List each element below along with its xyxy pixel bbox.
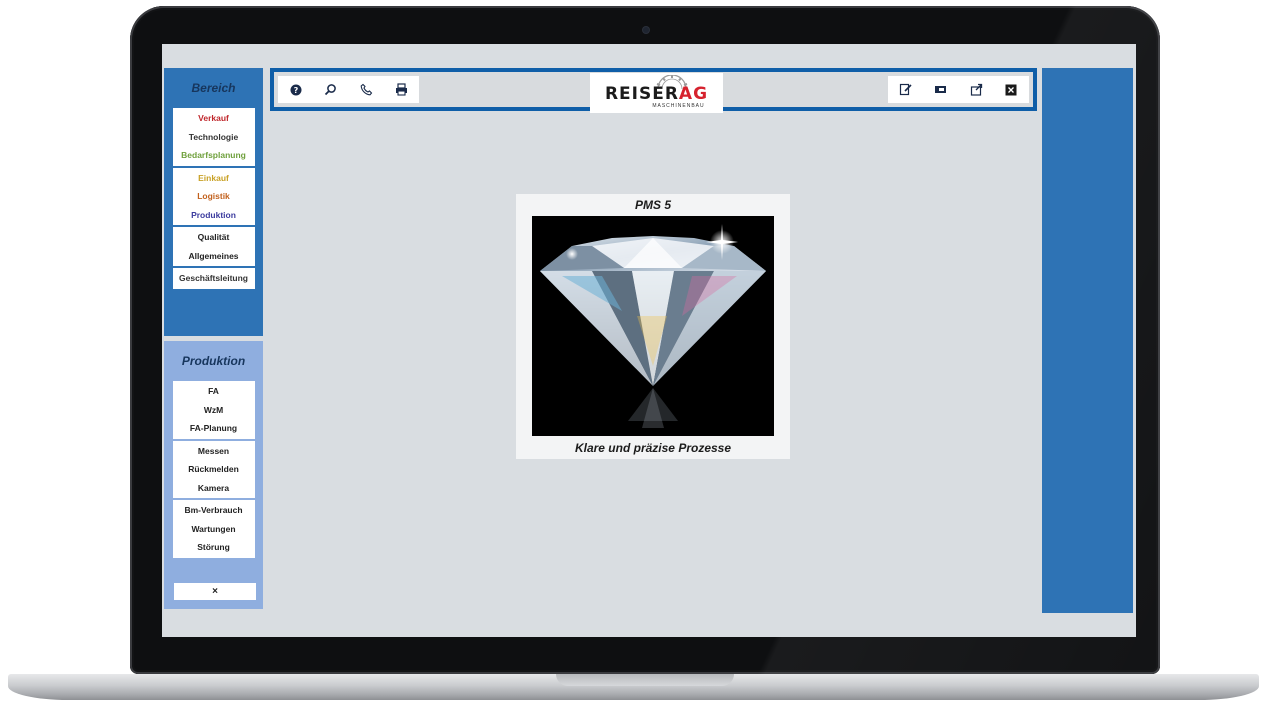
bereich-item-geschäftsleitung[interactable]: Geschäftsleitung — [173, 269, 255, 288]
bereich-group: Einkauf Logistik Produktion — [172, 167, 255, 225]
bereich-item-allgemeines[interactable]: Allgemeines — [173, 247, 255, 266]
search-icon[interactable] — [322, 81, 340, 99]
top-toolbar: ? REISERAG MASCHINENBAU — [270, 68, 1037, 113]
produktion-item-wartungen[interactable]: Wartungen — [173, 520, 255, 539]
produktion-item-fa[interactable]: FA — [173, 382, 255, 401]
produktion-item-bm-verbrauch[interactable]: Bm-Verbrauch — [173, 501, 255, 520]
reiser-ag-logo: REISERAG MASCHINENBAU — [590, 73, 723, 113]
help-icon[interactable]: ? — [287, 81, 305, 99]
bereich-panel: Bereich Verkauf Technologie Bedarfsplanung… — [164, 68, 263, 336]
logo-reiser-text: REISER — [604, 84, 679, 104]
diamond-image — [532, 216, 774, 436]
close-panel-button[interactable]: × — [174, 583, 256, 600]
produktion-group: Messen Rückmelden Kamera — [172, 440, 255, 498]
edit-icon[interactable] — [897, 81, 915, 99]
produktion-item-wzm[interactable]: WzM — [173, 401, 255, 420]
bereich-item-einkauf[interactable]: Einkauf — [173, 169, 255, 188]
logo-ag-text: AG — [678, 84, 709, 104]
produktion-title: Produktion — [181, 354, 246, 368]
produktion-item-fa-planung[interactable]: FA-Planung — [173, 419, 255, 438]
produktion-item-störung[interactable]: Störung — [173, 538, 255, 557]
bereich-item-verkauf[interactable]: Verkauf — [173, 109, 255, 128]
bereich-group: Qualität Allgemeines — [172, 227, 255, 266]
svg-text:?: ? — [293, 86, 298, 95]
app-screen: Bereich Verkauf Technologie Bedarfsplanung… — [162, 44, 1136, 637]
bereich-item-produktion[interactable]: Produktion — [173, 206, 255, 225]
produktion-group: FA WzM FA-Planung — [172, 381, 255, 439]
bereich-item-bedarfsplanung[interactable]: Bedarfsplanung — [173, 146, 255, 165]
card-caption: Klare und präzise Prozesse — [574, 441, 732, 455]
produktion-group: Bm-Verbrauch Wartungen Störung — [172, 500, 255, 558]
produktion-panel: Produktion FA WzM FA-Planung Messen Rückmeld… — [164, 341, 263, 609]
window-icon[interactable] — [932, 81, 950, 99]
produktion-item-kamera[interactable]: Kamera — [173, 479, 255, 498]
product-card: PMS 5 Klare und präzise Prozesse — [516, 194, 790, 459]
phone-icon[interactable] — [357, 81, 375, 99]
logo-subtitle: MASCHINENBAU — [652, 103, 705, 109]
toolbar-left-group: ? — [278, 76, 419, 103]
produktion-item-messen[interactable]: Messen — [173, 442, 255, 461]
produktion-item-rückmelden[interactable]: Rückmelden — [173, 460, 255, 479]
bereich-group: Verkauf Technologie Bedarfsplanung — [172, 108, 255, 166]
laptop-notch — [556, 674, 734, 686]
close-icon[interactable] — [1002, 81, 1020, 99]
right-side-panel — [1042, 68, 1133, 613]
export-icon[interactable] — [967, 81, 985, 99]
bereich-item-logistik[interactable]: Logistik — [173, 187, 255, 206]
toolbar-right-group — [888, 76, 1029, 103]
print-icon[interactable] — [392, 81, 410, 99]
bereich-item-technologie[interactable]: Technologie — [173, 128, 255, 147]
toolbar-inner: ? REISERAG MASCHINENBAU — [274, 72, 1033, 113]
bereich-group: Geschäftsleitung — [172, 268, 255, 289]
bereich-item-qualität[interactable]: Qualität — [173, 228, 255, 247]
card-title: PMS 5 — [634, 198, 671, 212]
bereich-title: Bereich — [191, 81, 236, 95]
webcam — [643, 27, 649, 33]
